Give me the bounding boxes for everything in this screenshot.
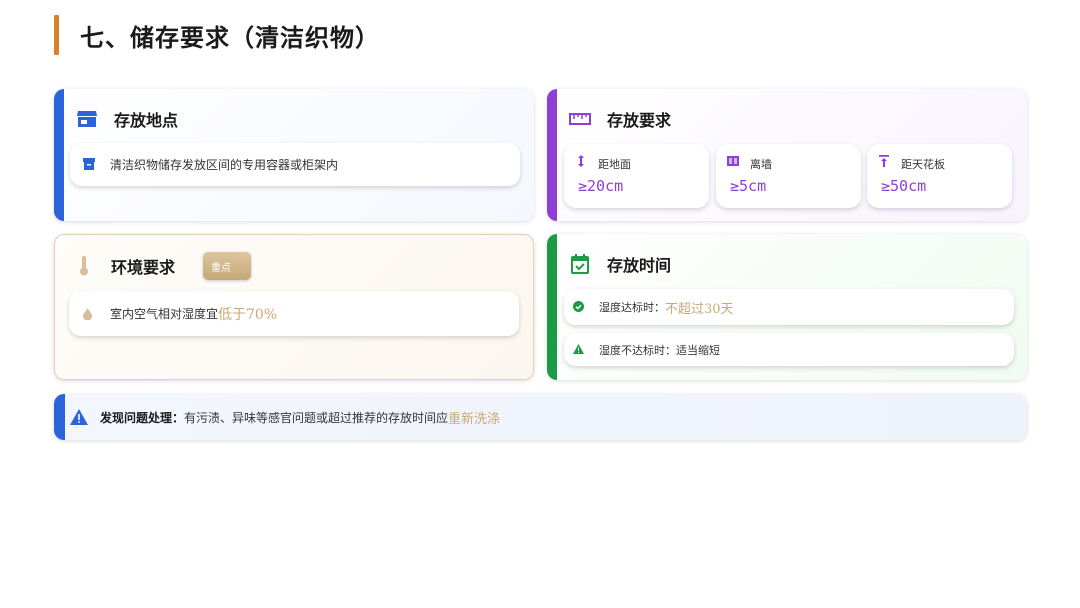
requirement-label: 距天花板 (901, 158, 945, 171)
card-accent (54, 394, 65, 440)
storage-location-card: 存放地点 清洁织物储存发放区间的专用容器或柜架内 (54, 89, 534, 221)
requirement-value: ≥20cm (578, 177, 624, 195)
list-item: 湿度达标时： 不超过30天 (564, 289, 1014, 325)
notice-text: 有污渍、异味等感官问题或超过推荐的存放时间应 (184, 410, 449, 425)
page-title: 七、储存要求（清洁织物） (80, 23, 380, 52)
check-circle-icon (573, 301, 585, 313)
card-accent (54, 89, 64, 221)
list-item: 室内空气相对湿度宜 低于70% (69, 291, 519, 336)
calendar-check-icon (569, 253, 591, 275)
requirement-item-floor: 距地面 ≥20cm (564, 144, 709, 208)
archive-box-icon (83, 158, 96, 171)
environment-card: 环境要求 重点 室内空气相对湿度宜 低于70% (54, 234, 534, 380)
item-highlight: 低于70% (218, 306, 278, 323)
requirement-value: ≥50cm (881, 177, 927, 195)
notice-highlight: 重新洗涤 (448, 411, 501, 427)
priority-badge: 重点 (203, 252, 251, 280)
item-highlight: 不超过30天 (665, 301, 734, 317)
item-text: 清洁织物储存发放区间的专用容器或柜架内 (110, 158, 339, 172)
title-accent-bar (54, 15, 59, 55)
requirement-value: ≥5cm (730, 177, 767, 195)
requirement-item-ceiling: 距天花板 ≥50cm (867, 144, 1012, 208)
list-item: 湿度不达标时：适当缩短 (564, 333, 1014, 366)
notice-banner: 发现问题处理： 有污渍、异味等感官问题或超过推荐的存放时间应 重新洗涤 (54, 394, 1027, 440)
card-title: 环境要求 (111, 258, 176, 277)
card-title: 存放要求 (607, 111, 672, 130)
warning-icon (573, 343, 585, 356)
wall-icon (726, 154, 740, 168)
alert-triangle-icon (70, 409, 88, 425)
thermometer-icon (73, 255, 95, 277)
store-icon (76, 108, 98, 130)
storage-requirements-card: 存放要求 距地面 ≥20cm 离墙 ≥5cm 距天花板 ≥50cm (547, 89, 1027, 221)
list-item: 清洁织物储存发放区间的专用容器或柜架内 (70, 143, 520, 186)
item-text: 湿度不达标时：适当缩短 (599, 343, 720, 357)
droplet-icon (83, 307, 95, 320)
item-text: 室内空气相对湿度宜 (110, 307, 219, 321)
item-text: 湿度达标时： (599, 301, 665, 314)
requirement-label: 离墙 (750, 158, 772, 171)
card-accent (547, 234, 557, 380)
requirement-label: 距地面 (598, 158, 631, 171)
notice-label: 发现问题处理： (100, 410, 185, 425)
ruler-icon (569, 108, 591, 130)
vertical-arrows-icon (574, 154, 588, 168)
card-title: 存放地点 (114, 111, 179, 130)
card-title: 存放时间 (607, 256, 672, 275)
card-accent (547, 89, 557, 221)
requirement-item-wall: 离墙 ≥5cm (716, 144, 861, 208)
storage-time-card: 存放时间 湿度达标时： 不超过30天 湿度不达标时：适当缩短 (547, 234, 1027, 380)
ceiling-arrow-icon (877, 154, 891, 168)
